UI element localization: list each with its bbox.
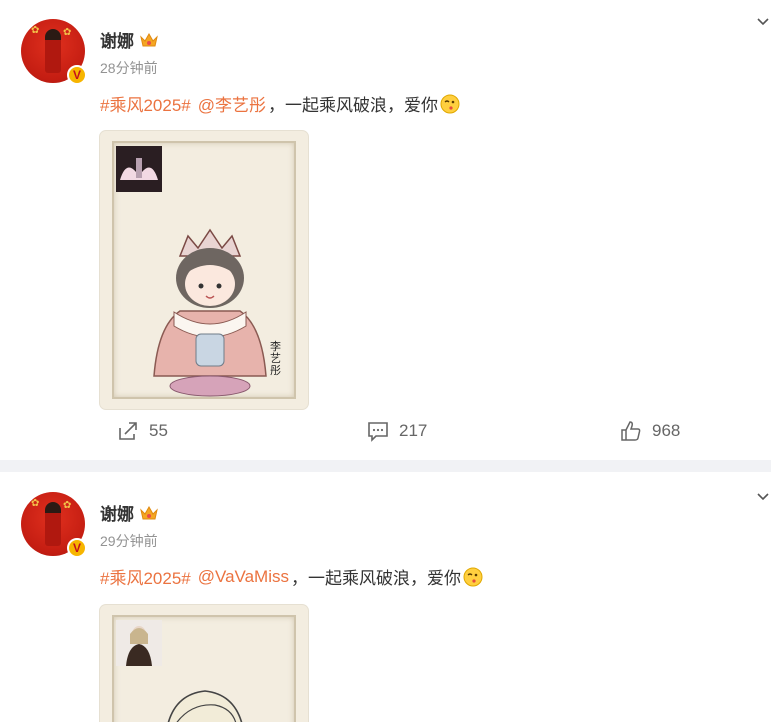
wink-kiss-emoji-icon xyxy=(463,567,483,586)
cartoon-figure-illustration xyxy=(167,690,243,722)
comment-count: 217 xyxy=(399,421,428,440)
post-timestamp[interactable]: 28分钟前 xyxy=(100,58,158,78)
like-button[interactable]: 968 xyxy=(620,420,680,442)
post-text: #乘风2025# @李艺彤 ，一起乘风破浪，爱你 xyxy=(100,91,460,116)
decoration-icon: ✿ xyxy=(63,500,72,511)
post-actions: 55 217 968 xyxy=(0,420,771,450)
post-body: ，一起乘风破浪，爱你 xyxy=(291,569,461,588)
decoration-icon: ✿ xyxy=(31,498,40,509)
avatar[interactable]: ✿ ✿ V xyxy=(21,492,87,558)
post-image[interactable]: 李艺彤 xyxy=(99,130,309,410)
feed-divider xyxy=(0,460,771,472)
avatar-figure xyxy=(45,29,61,73)
image-inset-photo xyxy=(116,146,162,192)
topic-link[interactable]: #乘风2025# xyxy=(100,564,191,589)
decoration-icon: ✿ xyxy=(31,25,40,36)
image-inset-photo xyxy=(116,620,162,666)
image-signature: 李艺彤 xyxy=(270,341,281,377)
weibo-post: ✿ ✿ V 谢娜 28分钟前 #乘风2025# @李艺彤 ，一起乘风破浪，爱你 xyxy=(0,0,771,460)
post-image[interactable] xyxy=(99,604,309,722)
mention-link[interactable]: @李艺彤 xyxy=(198,91,266,116)
comment-button[interactable]: 217 xyxy=(367,420,427,442)
wink-kiss-emoji-icon xyxy=(440,94,460,113)
mention-link[interactable]: @VaVaMiss xyxy=(198,567,289,587)
post-timestamp[interactable]: 29分钟前 xyxy=(100,531,158,551)
share-count: 55 xyxy=(149,421,168,440)
avatar-figure xyxy=(45,502,61,546)
weibo-post: ✿ ✿ V 谢娜 29分钟前 #乘风2025# @VaVaMiss ，一起乘风破… xyxy=(0,472,771,722)
avatar[interactable]: ✿ ✿ V xyxy=(21,19,87,85)
share-icon xyxy=(119,422,137,440)
cartoon-figure-illustration xyxy=(153,228,267,397)
crown-icon xyxy=(140,32,158,46)
like-count: 968 xyxy=(652,421,681,440)
chevron-down-icon[interactable] xyxy=(755,489,771,505)
topic-link[interactable]: #乘风2025# xyxy=(100,91,191,116)
crown-icon xyxy=(140,505,158,519)
verified-badge-icon: V xyxy=(67,65,87,85)
decoration-icon: ✿ xyxy=(63,27,72,38)
comment-icon xyxy=(368,422,388,442)
thumbs-up-icon xyxy=(621,421,641,441)
share-button[interactable]: 55 xyxy=(117,420,168,442)
post-text: #乘风2025# @VaVaMiss ，一起乘风破浪，爱你 xyxy=(100,564,483,589)
author-name[interactable]: 谢娜 xyxy=(100,500,158,525)
verified-badge-icon: V xyxy=(67,538,87,558)
author-name[interactable]: 谢娜 xyxy=(100,27,158,52)
post-body: ，一起乘风破浪，爱你 xyxy=(268,96,438,115)
chevron-down-icon[interactable] xyxy=(755,14,771,30)
